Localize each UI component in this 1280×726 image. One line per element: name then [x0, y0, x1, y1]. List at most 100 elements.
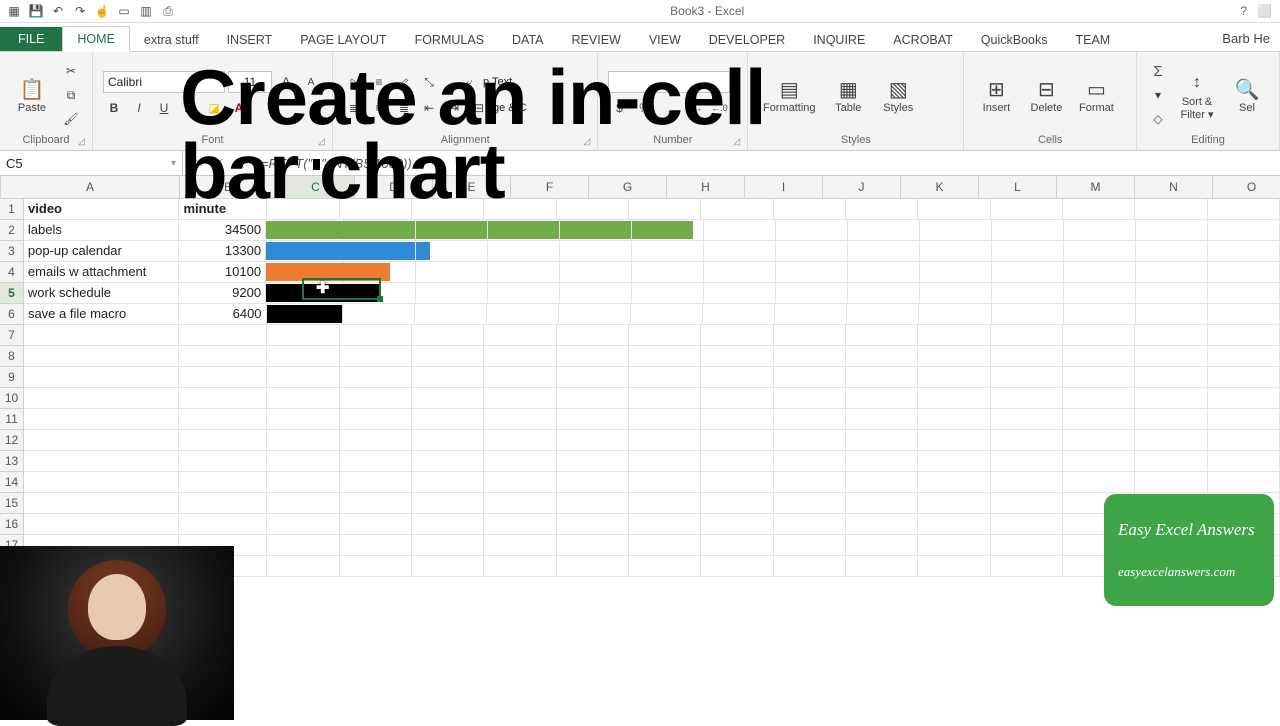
cell-F13[interactable] — [484, 451, 556, 472]
cell-H16[interactable] — [629, 514, 701, 535]
cell-F16[interactable] — [484, 514, 556, 535]
cell-C16[interactable] — [267, 514, 339, 535]
row-header-6[interactable]: 6 — [0, 304, 24, 325]
cell-O9[interactable] — [1135, 367, 1207, 388]
cell-N5[interactable] — [1064, 283, 1136, 304]
cell-J8[interactable] — [774, 346, 846, 367]
tab-inquire[interactable]: INQUIRE — [799, 28, 879, 51]
cell-K18[interactable] — [846, 556, 918, 577]
cell-M9[interactable] — [991, 367, 1063, 388]
copy-icon[interactable]: ⧉ — [60, 84, 82, 106]
cell-N9[interactable] — [1063, 367, 1135, 388]
cell-D10[interactable] — [340, 388, 412, 409]
cell-L2[interactable] — [920, 220, 992, 241]
cell-G6[interactable] — [559, 304, 631, 325]
format-cells-button[interactable]: ▭Format — [1074, 76, 1118, 114]
cell-M12[interactable] — [991, 430, 1063, 451]
cell-L10[interactable] — [918, 388, 990, 409]
cell-H3[interactable] — [632, 241, 704, 262]
cell-P7[interactable] — [1208, 325, 1280, 346]
cell-A6[interactable]: save a file macro — [24, 304, 179, 325]
cell-O11[interactable] — [1135, 409, 1207, 430]
cell-P10[interactable] — [1208, 388, 1280, 409]
row-header-4[interactable]: 4 — [0, 262, 24, 283]
row-header-7[interactable]: 7 — [0, 325, 24, 346]
help-button[interactable]: ? — [1240, 0, 1247, 22]
cell-I4[interactable] — [704, 262, 776, 283]
cell-L1[interactable] — [918, 199, 990, 220]
cell-K1[interactable] — [846, 199, 918, 220]
cell-D7[interactable] — [340, 325, 412, 346]
cell-P5[interactable] — [1208, 283, 1280, 304]
cell-M5[interactable] — [992, 283, 1064, 304]
cell-O5[interactable] — [1136, 283, 1208, 304]
tab-formulas[interactable]: FORMULAS — [401, 28, 498, 51]
cell-I13[interactable] — [701, 451, 773, 472]
cell-P14[interactable] — [1208, 472, 1280, 493]
cell-J9[interactable] — [774, 367, 846, 388]
cell-D2[interactable] — [344, 220, 416, 241]
cell-K13[interactable] — [846, 451, 918, 472]
cell-H6[interactable] — [631, 304, 703, 325]
cell-P8[interactable] — [1208, 346, 1280, 367]
cell-D17[interactable] — [340, 535, 412, 556]
cell-B9[interactable] — [179, 367, 267, 388]
touch-icon[interactable]: ☝ — [94, 3, 110, 19]
fullscreen-button[interactable]: ⬜ — [1257, 0, 1272, 22]
cell-L3[interactable] — [920, 241, 992, 262]
cell-I12[interactable] — [701, 430, 773, 451]
cell-O10[interactable] — [1135, 388, 1207, 409]
cell-D16[interactable] — [340, 514, 412, 535]
cell-J7[interactable] — [774, 325, 846, 346]
cell-K17[interactable] — [846, 535, 918, 556]
cell-M8[interactable] — [991, 346, 1063, 367]
cell-H18[interactable] — [629, 556, 701, 577]
signed-in-user[interactable]: Barb He — [1212, 26, 1280, 51]
cell-K14[interactable] — [846, 472, 918, 493]
cell-B16[interactable] — [179, 514, 267, 535]
cell-A14[interactable] — [24, 472, 179, 493]
underline-button[interactable]: U — [153, 97, 175, 119]
cell-F3[interactable] — [488, 241, 560, 262]
cell-I3[interactable] — [704, 241, 776, 262]
cell-L17[interactable] — [918, 535, 990, 556]
cell-G9[interactable] — [557, 367, 629, 388]
cell-H15[interactable] — [629, 493, 701, 514]
cell-I17[interactable] — [701, 535, 773, 556]
cell-H5[interactable] — [632, 283, 704, 304]
cell-F18[interactable] — [484, 556, 556, 577]
cell-E4[interactable] — [416, 262, 488, 283]
cell-L8[interactable] — [918, 346, 990, 367]
cell-G2[interactable] — [560, 220, 632, 241]
cell-A2[interactable]: labels — [24, 220, 179, 241]
cell-C6[interactable] — [267, 304, 343, 325]
cell-M7[interactable] — [991, 325, 1063, 346]
cell-H8[interactable] — [629, 346, 701, 367]
cell-C8[interactable] — [267, 346, 339, 367]
cell-O12[interactable] — [1135, 430, 1207, 451]
cell-P1[interactable] — [1208, 199, 1280, 220]
column-header-J[interactable]: J — [823, 176, 901, 198]
cell-L13[interactable] — [918, 451, 990, 472]
row-header-3[interactable]: 3 — [0, 241, 24, 262]
cell-K12[interactable] — [846, 430, 918, 451]
cell-B15[interactable] — [179, 493, 267, 514]
cell-J11[interactable] — [774, 409, 846, 430]
cell-J17[interactable] — [774, 535, 846, 556]
cell-I8[interactable] — [701, 346, 773, 367]
row-header-12[interactable]: 12 — [0, 430, 24, 451]
cell-H4[interactable] — [632, 262, 704, 283]
cell-L16[interactable] — [918, 514, 990, 535]
cell-K2[interactable] — [848, 220, 920, 241]
name-box[interactable]: C5 — [0, 151, 183, 175]
cell-F15[interactable] — [484, 493, 556, 514]
cell-B6[interactable]: 6400 — [179, 304, 267, 325]
cell-A16[interactable] — [24, 514, 179, 535]
cell-E5[interactable] — [416, 283, 488, 304]
bold-button[interactable]: B — [103, 97, 125, 119]
cell-D8[interactable] — [340, 346, 412, 367]
tab-insert[interactable]: INSERT — [213, 28, 287, 51]
tab-review[interactable]: REVIEW — [558, 28, 635, 51]
row-header-13[interactable]: 13 — [0, 451, 24, 472]
cell-L14[interactable] — [918, 472, 990, 493]
